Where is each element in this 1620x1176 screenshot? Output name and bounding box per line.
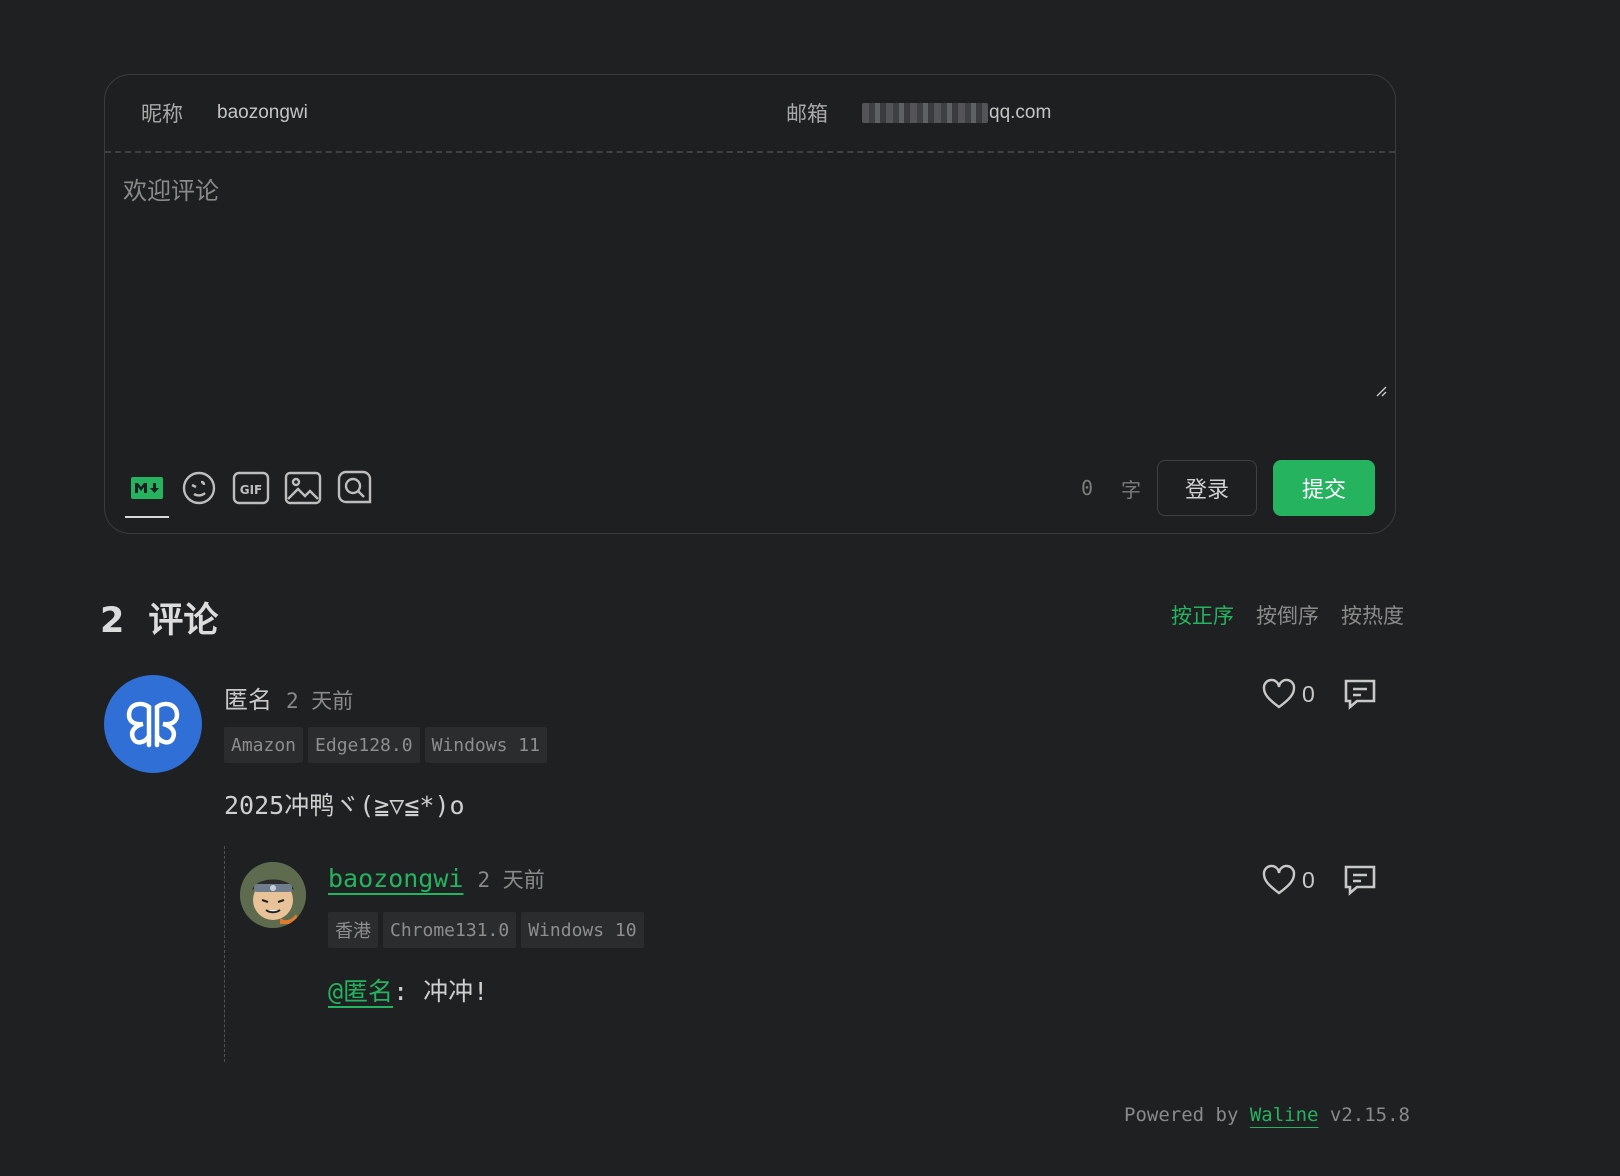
reply-thread-line [224, 846, 225, 1062]
reply-time: 2 天前 [477, 868, 545, 892]
footer-prefix: Powered by [1124, 1104, 1250, 1126]
form-toolbar: GIF 0 字 登录 提交 [125, 459, 1375, 518]
markdown-icon[interactable] [125, 466, 169, 518]
badge-browser: Chrome131.0 [383, 912, 517, 948]
email-redacted-mask [862, 103, 988, 123]
image-icon[interactable] [281, 466, 325, 510]
email-input[interactable]: qq.com [862, 102, 1051, 124]
reply-button[interactable] [1343, 678, 1377, 710]
comment-content: 2025冲鸭ヾ(≧▽≦*)o [224, 791, 465, 820]
reply-mention-link[interactable]: @匿名 [328, 977, 393, 1006]
sort-tabs: 按正序 按倒序 按热度 [1149, 600, 1404, 630]
email-visible-suffix: qq.com [989, 102, 1052, 123]
reply-meta: baozongwi 2 天前 [328, 864, 545, 894]
comment-count: 2 [100, 601, 125, 641]
reply-button[interactable] [1343, 864, 1377, 896]
comment-meta: 匿名 2 天前 [224, 680, 353, 715]
butterfly-avatar [104, 675, 202, 773]
comment-form: 昵称 邮箱 qq.com [104, 74, 1396, 534]
reply-content: @匿名: 冲冲! [328, 972, 488, 1008]
comment-actions: 0 [1262, 678, 1377, 710]
login-button[interactable]: 登录 [1157, 460, 1257, 516]
email-label: 邮箱 [786, 102, 828, 126]
heart-icon [1262, 864, 1296, 895]
email-field-group: 邮箱 qq.com [750, 75, 1395, 151]
comment-author: 匿名 [224, 686, 272, 714]
comment-textarea[interactable] [123, 171, 1378, 489]
nick-field-group: 昵称 [105, 75, 750, 151]
word-count: 0 [1080, 476, 1093, 500]
heart-icon [1262, 678, 1296, 709]
sort-tab-ascending[interactable]: 按正序 [1171, 600, 1234, 630]
powered-by-footer: Powered by Waline v2.15.8 [1124, 1104, 1410, 1126]
resize-handle-icon[interactable] [1375, 385, 1387, 397]
like-count: 0 [1302, 680, 1315, 707]
badge-region: Amazon [224, 727, 304, 763]
form-header: 昵称 邮箱 qq.com [105, 75, 1395, 153]
submit-button[interactable]: 提交 [1273, 460, 1375, 516]
badge-os: Windows 11 [424, 727, 547, 763]
reply-icon [1344, 865, 1376, 896]
word-count-unit: 字 [1121, 477, 1141, 502]
badge-browser: Edge128.0 [308, 727, 420, 763]
comment-count-heading: 2 评论 [100, 592, 218, 643]
comment-time: 2 天前 [286, 689, 354, 713]
reply-content-text: : 冲冲! [393, 977, 489, 1006]
like-button[interactable]: 0 [1262, 678, 1315, 710]
comment-badges: Amazon Edge128.0 Windows 11 [224, 727, 552, 763]
reply-icon [1344, 679, 1376, 710]
reply-actions: 0 [1262, 864, 1377, 896]
emoji-icon[interactable] [177, 466, 221, 510]
badge-os: Windows 10 [521, 912, 644, 948]
reply-badges: 香港 Chrome131.0 Windows 10 [328, 912, 649, 948]
nick-label: 昵称 [141, 102, 183, 126]
sort-tab-hot[interactable]: 按热度 [1341, 600, 1404, 630]
like-button[interactable]: 0 [1262, 864, 1315, 896]
waline-link[interactable]: Waline [1250, 1104, 1319, 1126]
like-count: 0 [1302, 866, 1315, 893]
footer-version: v2.15.8 [1318, 1104, 1410, 1126]
gif-icon[interactable]: GIF [229, 466, 273, 510]
comment-count-label: 评论 [148, 601, 219, 641]
anime-avatar [240, 862, 306, 928]
sort-tab-descending[interactable]: 按倒序 [1256, 600, 1319, 630]
svg-text:GIF: GIF [240, 483, 263, 497]
badge-region: 香港 [328, 912, 378, 948]
nick-input[interactable] [217, 102, 637, 124]
reply-author-link[interactable]: baozongwi [328, 864, 463, 893]
preview-icon[interactable] [333, 466, 377, 510]
